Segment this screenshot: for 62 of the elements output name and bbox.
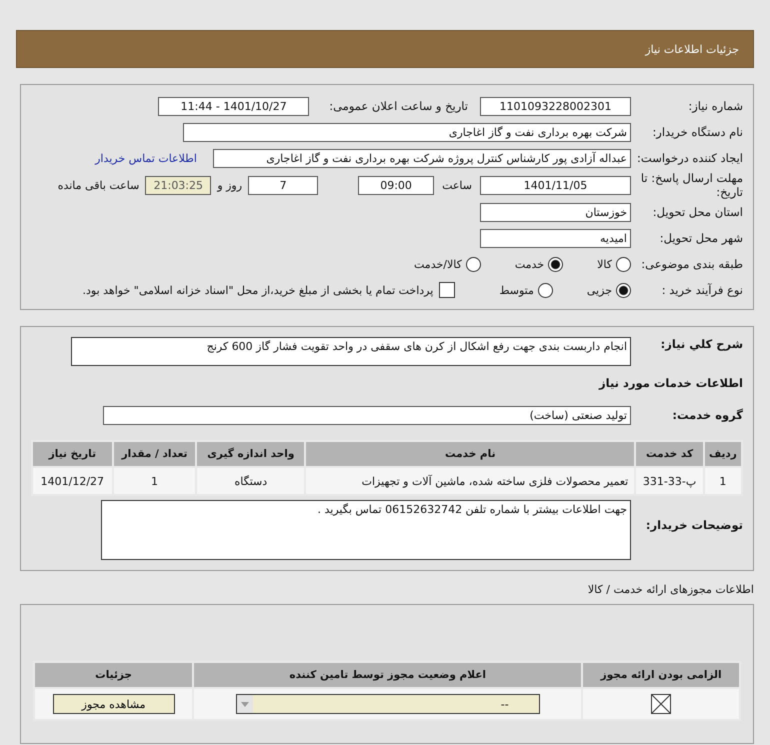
city-field: امیدیه: [480, 228, 631, 248]
table-cell: 1: [704, 467, 742, 495]
permits-title: اطلاعات مجوزهای ارائه خدمت / کالا: [586, 583, 754, 596]
province-field: خوزستان: [480, 202, 631, 222]
announce-date-field: 1401/10/27 - 11:44: [158, 96, 310, 116]
table-cell: تعمیر محصولات فلزی ساخته شده، ماشین آلات و تجهیزات: [305, 467, 636, 495]
buyer-field: شرکت بهره برداری نفت و گاز اغاجاری: [183, 122, 631, 142]
page-title: جزئیات اطلاعات نیاز: [645, 42, 739, 56]
radio-label: کالا/خدمت: [414, 258, 462, 270]
field-label: شرح کلي نياز:: [660, 337, 743, 351]
field-label: شماره نیاز:: [687, 99, 743, 113]
radio-button[interactable]: [616, 282, 631, 298]
field-label: طبقه بندی موضوعی:: [640, 257, 743, 271]
field-label: نام دستگاه خریدار:: [651, 125, 743, 139]
creator-field: عبداله آزادی پور کارشناس کنترل پروژه شرکت بهره برداری نفت و گاز اغاجاری: [213, 148, 631, 168]
status-dropdown[interactable]: --: [236, 694, 540, 714]
treasury-text: پرداخت تمام یا بخشی از مبلغ خرید،از محل "اسناد خزانه اسلامی" خواهد بود.: [82, 284, 434, 296]
buyer-contact-link[interactable]: اطلاعات تماس خریدار: [95, 152, 197, 164]
column-header: نام خدمت: [305, 441, 636, 467]
field-label: گروه خدمت:: [671, 408, 743, 422]
dropdown-caret-icon: [236, 695, 253, 713]
need-number-field: 1101093228002301: [480, 96, 631, 116]
column-header: جزئیات: [34, 662, 194, 688]
column-header: الزامی بودن ارائه مجوز: [582, 662, 740, 688]
time-label: ساعت: [442, 178, 472, 192]
radio-button[interactable]: [548, 256, 564, 272]
deadline-time-field: 09:00: [358, 176, 434, 194]
deadline-date-field: 1401/11/05: [480, 176, 631, 194]
column-header: اعلام وضعیت مجوز توسط تامین کننده: [193, 662, 582, 688]
column-header: تاریخ نیاز: [32, 441, 113, 467]
checkbox[interactable]: [439, 282, 456, 298]
table-cell: دستگاه: [196, 467, 306, 495]
remaining-time-field: 21:03:25: [145, 176, 212, 194]
field-label: استان محل تحویل:: [652, 205, 743, 219]
table-cell: 1401/12/27: [32, 467, 113, 495]
column-header: واحد اندازه گیری: [196, 441, 306, 467]
summary-box: انجام داربست بندی جهت رفع اشکال از کرن های سقفی در واحد تقویت فشار گاز 600 کرنج: [71, 337, 631, 366]
days-label: روز و: [217, 178, 242, 192]
field-label: توضیحات خریدار:: [644, 518, 743, 532]
column-header: ردیف: [704, 441, 742, 467]
service-group-field: تولید صنعتی (ساخت): [103, 406, 631, 424]
field-label: مهلت ارسال پاسخ: تا تاریخ:: [640, 171, 743, 199]
notes-box: جهت اطلاعات بیشتر با شماره تلفن 06152632742 تماس بگیرید .: [101, 500, 631, 560]
section-heading: اطلاعات خدمات مورد نیاز: [598, 376, 743, 390]
view-permit-button[interactable]: مشاهده مجوز: [52, 694, 175, 714]
radio-button[interactable]: [616, 256, 631, 272]
radio-label: جزیی: [586, 284, 612, 296]
days-field: 7: [248, 176, 318, 194]
radio-button[interactable]: [466, 256, 481, 272]
remaining-label: ساعت باقی مانده: [58, 178, 140, 192]
column-header: تعداد / مقدار: [112, 441, 196, 467]
column-header: کد خدمت: [635, 441, 704, 467]
radio-button[interactable]: [538, 282, 553, 298]
field-label: تاریخ و ساعت اعلان عمومی:: [329, 99, 468, 113]
table-cell: پ-33-331: [635, 467, 704, 495]
field-label: نوع فرآیند خرید :: [660, 283, 743, 297]
radio-label: کالا: [597, 258, 612, 270]
field-label: ایجاد کننده درخواست:: [636, 151, 743, 165]
table-cell: 1: [112, 467, 196, 495]
field-label: شهر محل تحویل:: [658, 231, 743, 245]
radio-label: متوسط: [499, 284, 534, 296]
radio-label: خدمت: [514, 258, 544, 270]
